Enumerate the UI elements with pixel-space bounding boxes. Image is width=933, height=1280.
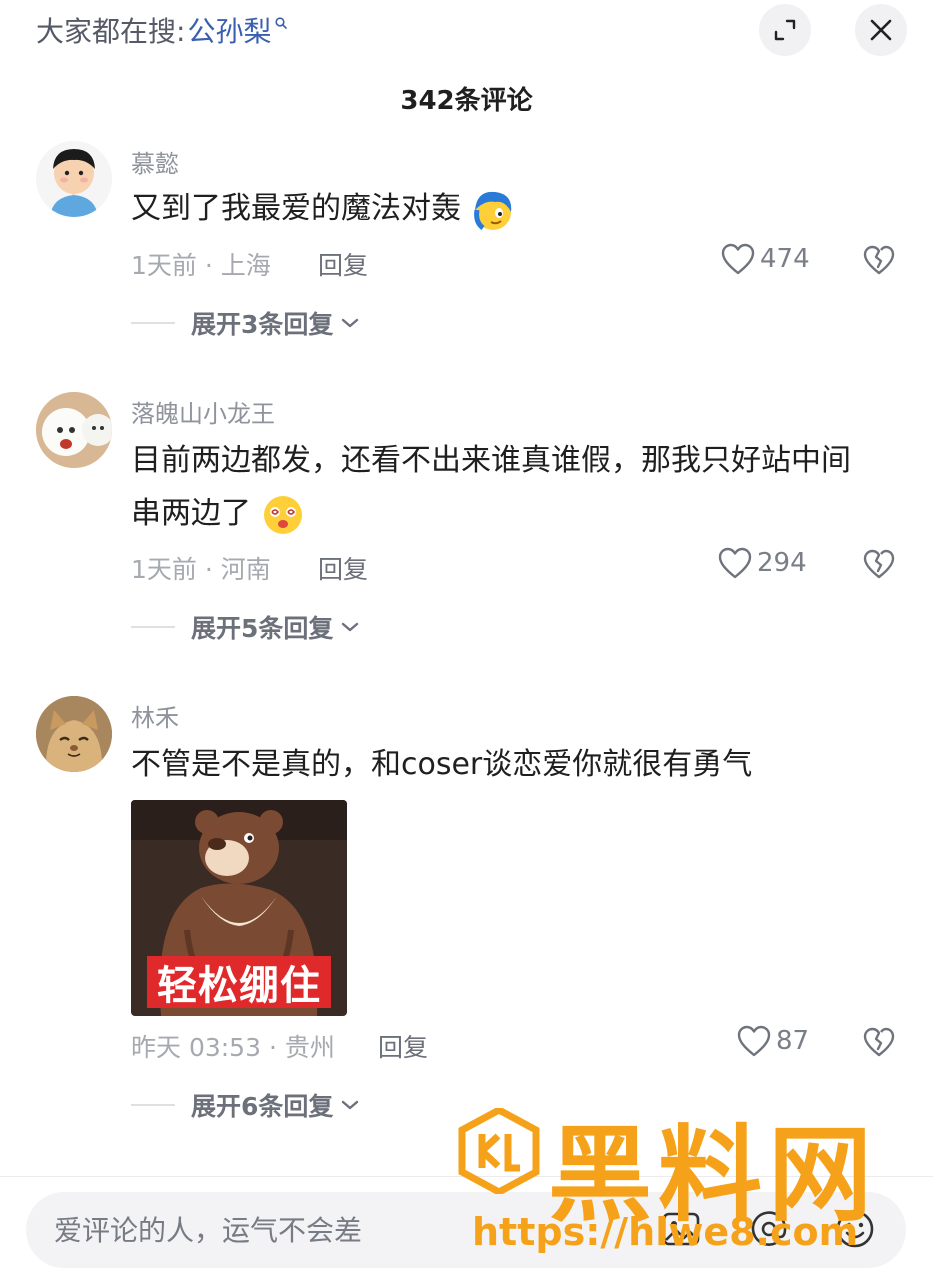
comment-time: 1天前 [131, 251, 197, 280]
watermark-logo [458, 1106, 540, 1198]
chevron-down-icon [342, 622, 359, 632]
reply-button[interactable]: 回复 [318, 246, 368, 282]
sticker-caption: 轻松绷住 [157, 963, 321, 1009]
like-count: 87 [776, 1026, 810, 1056]
avatar[interactable] [36, 141, 112, 217]
avatar[interactable] [36, 696, 112, 772]
chevron-down-icon [342, 318, 359, 328]
avatar[interactable] [36, 392, 112, 468]
expand-replies-button[interactable]: 展开3条回复 [131, 305, 361, 341]
comment-time: 昨天 03:53 [131, 1033, 261, 1062]
search-suggestion[interactable]: 大家都在搜: 公孙梨 [36, 10, 288, 50]
broken-heart-icon [863, 245, 895, 275]
reply-button[interactable]: 回复 [318, 550, 368, 586]
watermark-url: https://hlwe8.com [472, 1210, 859, 1254]
dislike-button[interactable] [862, 1026, 896, 1062]
dislike-button[interactable] [862, 548, 896, 584]
chevron-down-icon [342, 1100, 359, 1110]
comment-text-line: 目前两边都发，还看不出来谁真谁假，那我只好站中间 [131, 443, 851, 478]
meta-dot: · [196, 555, 221, 584]
avatar-sheep-image [36, 392, 112, 468]
expand-replies-label: 展开5条回复 [191, 614, 334, 643]
comment-meta: 1天前 · 河南 [131, 550, 271, 586]
avatar-boy-image [36, 141, 112, 217]
broken-heart-icon [863, 1027, 895, 1057]
magnifier-icon [275, 17, 288, 29]
like-button[interactable]: 294 [717, 546, 807, 580]
expand-button[interactable] [759, 4, 811, 56]
comment-meta: 1天前 · 上海 [131, 246, 271, 282]
broken-heart-icon [863, 549, 895, 579]
comment-count-title: 342条评论 [400, 86, 533, 116]
emoji-blue-hair-icon [473, 191, 511, 230]
comment-text-body: 又到了我最爱的魔法对轰 [131, 191, 461, 226]
comment-location: 河南 [220, 555, 271, 584]
comment-username[interactable]: 林禾 [131, 698, 179, 733]
dislike-button[interactable] [862, 244, 896, 280]
comment-username[interactable]: 落魄山小龙王 [131, 394, 275, 429]
search-suggestion-term[interactable]: 公孙梨 [187, 10, 271, 50]
comment-text-line: 串两边了 [131, 496, 251, 531]
expand-line [131, 626, 175, 628]
search-suggestion-label: 大家都在搜: [36, 15, 186, 48]
expand-line [131, 322, 175, 324]
heart-outline-icon [737, 1025, 771, 1057]
comment-location: 上海 [220, 251, 271, 280]
comment-text: 串两边了 [131, 488, 305, 540]
expand-replies-button[interactable]: 展开5条回复 [131, 609, 361, 645]
sticker-caption-bg: 轻松绷住 [147, 956, 331, 1009]
close-button[interactable] [855, 4, 907, 56]
comment-location: 贵州 [284, 1033, 335, 1062]
heart-outline-icon [721, 243, 755, 275]
like-button[interactable]: 474 [720, 242, 810, 276]
reply-button[interactable]: 回复 [378, 1028, 428, 1064]
avatar-cat-image [36, 696, 112, 772]
like-button[interactable]: 87 [736, 1024, 809, 1058]
close-icon [870, 19, 892, 41]
heart-outline-icon [718, 547, 752, 579]
sticker-image[interactable]: 轻松绷住 [131, 800, 347, 1016]
expand-replies-label: 展开3条回复 [191, 310, 334, 339]
expand-line [131, 1104, 175, 1106]
like-count: 294 [757, 548, 807, 578]
expand-replies-label: 展开6条回复 [191, 1092, 334, 1121]
emoji-dazed-icon [263, 495, 302, 534]
expand-replies-button[interactable]: 展开6条回复 [131, 1087, 361, 1123]
expand-icon [774, 19, 796, 41]
watermark-logo-icon [458, 1106, 540, 1196]
meta-dot: · [196, 251, 221, 280]
comment-text: 不管是不是真的，和coser谈恋爱你就很有勇气 [131, 747, 753, 782]
meta-dot: · [261, 1033, 285, 1062]
comment-username[interactable]: 慕懿 [131, 144, 179, 179]
like-count: 474 [760, 244, 810, 274]
comment-time: 1天前 [131, 555, 197, 584]
comment-meta: 昨天 03:53 · 贵州 [131, 1028, 335, 1064]
comment-text: 又到了我最爱的魔法对轰 [131, 183, 515, 235]
